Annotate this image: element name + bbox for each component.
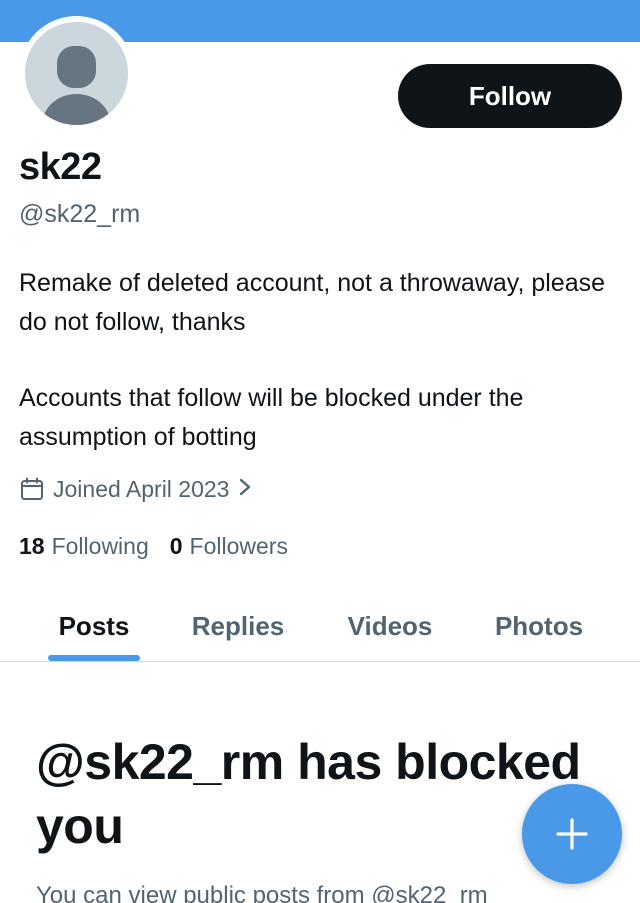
profile-bio: Remake of deleted account, not a throwaw…	[19, 264, 629, 457]
joined-text: Joined April 2023	[53, 475, 230, 502]
bio-text-line-1: Remake of deleted account, not a throwaw…	[19, 269, 605, 336]
followers-count: 0	[169, 532, 183, 559]
following-link[interactable]: 18 Following	[19, 533, 149, 560]
followers-label: Followers	[189, 532, 288, 559]
followers-link[interactable]: 0 Followers	[170, 533, 288, 560]
plus-icon	[556, 818, 588, 850]
default-avatar-icon	[25, 22, 128, 125]
tab-posts[interactable]: Posts	[24, 590, 164, 662]
tabs-divider	[0, 661, 640, 662]
compose-button[interactable]	[522, 784, 622, 884]
blocked-subtitle: You can view public posts from @sk22_rm	[36, 882, 488, 903]
tab-photos[interactable]: Photos	[469, 590, 609, 662]
display-name: sk22	[19, 146, 102, 188]
calendar-icon	[19, 476, 45, 502]
bio-text-line-2: Accounts that follow will be blocked und…	[19, 384, 524, 451]
tab-videos[interactable]: Videos	[320, 590, 460, 662]
chevron-right-icon	[239, 476, 251, 502]
user-handle: @sk22_rm	[19, 200, 141, 228]
tab-replies[interactable]: Replies	[168, 590, 308, 662]
follow-stats: 18 Following 0 Followers	[19, 531, 309, 561]
avatar[interactable]	[25, 22, 128, 125]
following-count: 18	[19, 532, 45, 559]
blocked-title: @sk22_rm has blocked you	[36, 734, 581, 854]
joined-date[interactable]: Joined April 2023	[19, 474, 251, 504]
follow-button[interactable]: Follow	[398, 64, 622, 128]
following-label: Following	[51, 532, 149, 559]
profile-tabs: Posts Replies Videos Photos	[0, 590, 640, 662]
